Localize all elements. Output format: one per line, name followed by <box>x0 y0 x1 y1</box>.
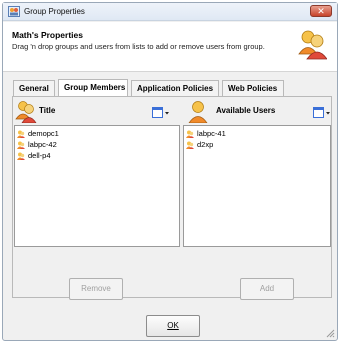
tab-web-policies[interactable]: Web Policies <box>222 80 284 96</box>
group-icon <box>186 130 194 138</box>
title-bar[interactable]: Group Properties ✕ <box>3 3 337 21</box>
member-name: dell-p4 <box>28 151 51 160</box>
available-pane-header: Available Users <box>186 99 316 125</box>
properties-description: Drag 'n drop groups and users from lists… <box>12 42 265 51</box>
close-icon: ✕ <box>317 6 325 16</box>
group-icon <box>15 101 37 123</box>
members-list[interactable]: demopc1 labpc-42 dell-p4 <box>14 125 180 247</box>
group-icon <box>17 130 25 138</box>
members-column-title: Title <box>39 106 56 115</box>
group-properties-window: Group Properties ✕ Math's Properties Dra… <box>2 2 338 341</box>
group-icon <box>17 152 25 160</box>
user-name: labpc-41 <box>197 129 226 138</box>
header-section: Math's Properties Drag 'n drop groups an… <box>3 22 337 72</box>
user-icon <box>188 101 208 123</box>
tab-general[interactable]: General <box>13 80 55 96</box>
users-icon <box>298 30 327 60</box>
ok-label: OK <box>167 321 179 330</box>
members-pane-header: Title <box>14 99 169 125</box>
close-button[interactable]: ✕ <box>310 5 332 17</box>
tab-group-members[interactable]: Group Members <box>58 79 128 96</box>
available-column-title: Available Users <box>216 106 276 115</box>
properties-title: Math's Properties <box>12 30 83 40</box>
app-icon <box>8 6 20 17</box>
add-button[interactable]: Add <box>240 278 294 300</box>
tab-application-policies[interactable]: Application Policies <box>131 80 219 96</box>
user-name: d2xp <box>197 140 214 149</box>
available-view-icon[interactable] <box>313 107 331 119</box>
member-name: demopc1 <box>28 129 59 138</box>
ok-button[interactable]: OK <box>146 315 200 337</box>
group-icon <box>186 141 194 149</box>
member-name: labpc-42 <box>28 140 57 149</box>
group-members-panel: Title demopc1 labpc-42 dell-p4 Available… <box>12 96 332 300</box>
group-icon <box>17 141 25 149</box>
remove-button[interactable]: Remove <box>69 278 123 300</box>
window-title: Group Properties <box>24 7 85 16</box>
available-users-list[interactable]: labpc-41 d2xp <box>183 125 331 247</box>
members-view-icon[interactable] <box>152 107 170 119</box>
resize-grip-icon[interactable] <box>325 328 335 338</box>
